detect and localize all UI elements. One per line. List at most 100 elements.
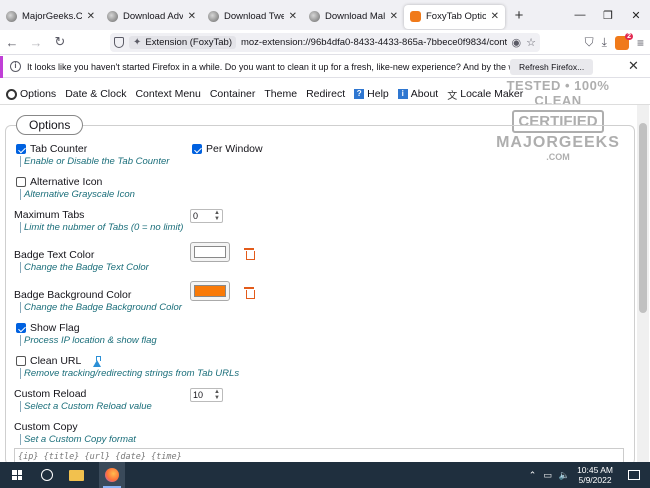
max-tabs-input[interactable]: 0 ▲ ▼ [190, 209, 223, 223]
show-flag-row: Show Flag [16, 322, 80, 334]
browser-tab-malware[interactable]: Download Malware ✕ [303, 5, 404, 29]
close-tab-icon[interactable]: ✕ [188, 11, 196, 22]
folder-icon [68, 469, 84, 481]
firefox-icon [105, 468, 119, 482]
url-bar[interactable]: ✦ Extension (FoxyTab) moz-extension://96… [110, 33, 540, 52]
options-section-title: Options [16, 115, 84, 135]
majorgeeks-favicon-icon [208, 11, 219, 22]
shield-icon[interactable] [114, 37, 124, 48]
clock-time: 10:45 AM [577, 465, 613, 475]
extension-tab-bar: Options Date & Clock Context Menu Contai… [0, 84, 523, 104]
tab-label: Container [209, 88, 256, 100]
tab-date-clock[interactable]: Date & Clock [65, 88, 126, 100]
menu-icon[interactable]: ≡ [637, 36, 644, 50]
taskbar-file-explorer[interactable] [63, 462, 89, 488]
spinner-icon[interactable]: ▲ ▼ [214, 389, 220, 401]
alt-icon-label: Alternative Icon [30, 176, 103, 188]
taskbar-firefox[interactable] [99, 462, 125, 488]
per-window-row: Per Window [192, 143, 263, 155]
show-flag-desc: Process IP location & show flag [20, 335, 157, 346]
restore-button[interactable]: ❐ [594, 9, 622, 22]
custom-copy-label: Custom Copy [14, 421, 78, 433]
per-window-checkbox[interactable] [192, 144, 202, 154]
search-icon[interactable] [41, 469, 53, 481]
alt-icon-row: Alternative Icon [16, 176, 102, 188]
reset-badge-text-color-trash-icon[interactable] [244, 248, 255, 260]
minimize-button[interactable]: — [566, 9, 594, 21]
tab-theme[interactable]: Theme [264, 88, 297, 100]
tab-counter-label: Tab Counter [30, 143, 88, 155]
browser-tab-majorgeeks[interactable]: MajorGeeks.Com - F ✕ [0, 5, 101, 29]
pocket-icon[interactable]: ⛉ [585, 35, 594, 50]
spinner-icon[interactable]: ▲ ▼ [214, 210, 220, 222]
badge-bg-color-label: Badge Background Color [14, 289, 132, 301]
close-tab-icon[interactable]: ✕ [87, 11, 95, 22]
clock-date: 5/9/2022 [578, 475, 612, 485]
refresh-firefox-button[interactable]: Refresh Firefox... [510, 59, 594, 75]
chevron-up-icon[interactable]: ⌃ [529, 470, 537, 481]
page-scrollbar[interactable] [637, 105, 649, 462]
custom-copy-desc: Set a Custom Copy format [20, 434, 136, 445]
badge-text-color-desc: Change the Badge Text Color [20, 262, 149, 273]
notification-bar: i It looks like you haven't started Fire… [0, 55, 650, 78]
browser-tab-label: FoxyTab Options [426, 11, 486, 22]
tab-context-menu[interactable]: Context Menu [135, 88, 200, 100]
new-tab-button[interactable]: + [509, 7, 529, 24]
badge-text-color-picker[interactable] [190, 242, 230, 262]
browser-tab-foxytab[interactable]: FoxyTab Options ✕ [404, 4, 505, 29]
tab-label: Options [20, 88, 57, 100]
browser-tab-label: MajorGeeks.Com - F [22, 11, 82, 22]
max-tabs-label: Maximum Tabs [14, 209, 85, 221]
close-tab-icon[interactable]: ✕ [491, 11, 499, 22]
scrollbar-thumb[interactable] [639, 123, 647, 313]
translate-icon: 文 [447, 90, 458, 102]
close-tab-icon[interactable]: ✕ [390, 11, 398, 22]
firefox-account-icon[interactable]: ◉ [512, 36, 522, 49]
badge-bg-color-picker[interactable] [190, 281, 230, 301]
reset-badge-bg-color-trash-icon[interactable] [244, 287, 255, 299]
bookmark-star-icon[interactable]: ☆ [526, 36, 536, 49]
clean-url-label: Clean URL [30, 355, 82, 367]
show-flag-checkbox[interactable] [16, 323, 26, 333]
browser-tab-label: Download Malware [325, 11, 385, 22]
experimental-flask-icon [93, 355, 102, 367]
badge-text-color-label: Badge Text Color [14, 249, 95, 261]
volume-icon[interactable]: 🔈 [559, 470, 570, 481]
clock[interactable]: 10:45 AM 5/9/2022 [577, 465, 613, 485]
options-content: Options Tab Counter Per Window Enable or… [0, 104, 650, 465]
close-tab-icon[interactable]: ✕ [289, 11, 297, 22]
clean-url-checkbox[interactable] [16, 356, 26, 366]
reload-button[interactable]: ↻ [48, 34, 72, 50]
windows-start-icon[interactable] [12, 470, 22, 480]
foxytab-favicon-icon [410, 11, 421, 22]
foxytab-extension-icon[interactable]: 2 [614, 32, 633, 50]
download-icon[interactable]: ⤓ [602, 35, 607, 50]
close-window-button[interactable]: ✕ [622, 9, 650, 22]
tab-label: Context Menu [135, 88, 201, 100]
browser-tab-tweaking[interactable]: Download Tweaking ✕ [202, 5, 303, 29]
notification-center-icon[interactable] [628, 470, 640, 480]
custom-reload-value: 10 [193, 390, 204, 400]
alt-icon-checkbox[interactable] [16, 177, 26, 187]
puzzle-icon: ✦ [133, 37, 142, 48]
tab-container[interactable]: Container [210, 88, 256, 100]
close-notification-icon[interactable]: ✕ [628, 58, 639, 74]
url-text[interactable]: moz-extension://96b4dfa0-8433-4433-865a-… [241, 37, 507, 48]
custom-reload-input[interactable]: 10 ▲ ▼ [190, 388, 223, 402]
network-icon[interactable]: ▭ [543, 470, 552, 481]
back-button[interactable]: ← [0, 35, 24, 50]
browser-tab-label: Download Tweaking [224, 11, 284, 22]
tab-label: Date & Clock [65, 88, 127, 100]
clean-url-desc: Remove tracking/redirecting strings from… [20, 368, 239, 379]
tab-counter-checkbox[interactable] [16, 144, 26, 154]
browser-tab-advance[interactable]: Download Advance ✕ [101, 5, 202, 29]
tab-redirect[interactable]: Redirect [306, 88, 345, 100]
tab-about[interactable]: i About [397, 88, 438, 100]
site-identity[interactable]: ✦ Extension (FoxyTab) [129, 36, 236, 49]
forward-button[interactable]: → [24, 35, 48, 50]
majorgeeks-favicon-icon [309, 11, 320, 22]
tab-options[interactable]: Options [6, 88, 56, 100]
tab-help[interactable]: ? Help [354, 88, 389, 100]
window-controls: — ❐ ✕ [566, 0, 650, 30]
badge-bg-color-swatch [194, 285, 226, 297]
